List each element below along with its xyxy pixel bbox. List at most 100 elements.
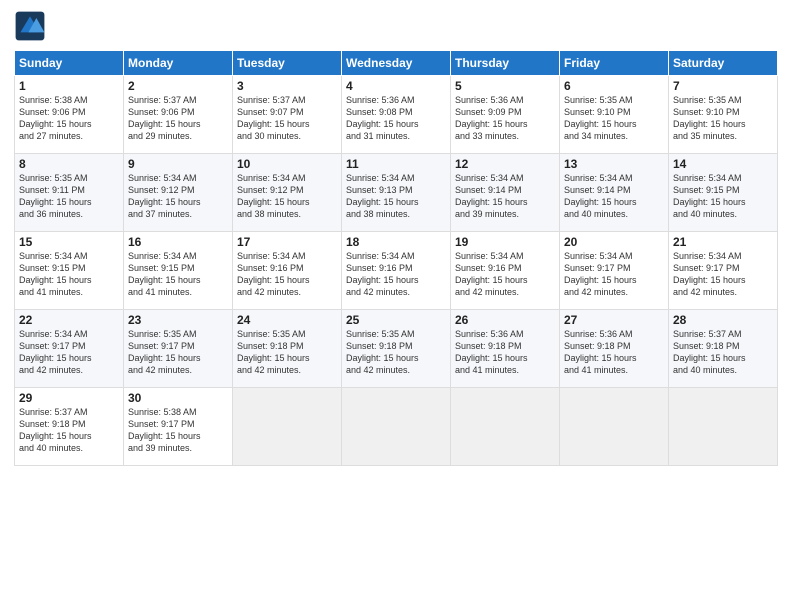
calendar-cell: 22Sunrise: 5:34 AM Sunset: 9:17 PM Dayli… [15,310,124,388]
cell-info: Sunrise: 5:38 AM Sunset: 9:06 PM Dayligh… [19,94,119,143]
day-number: 5 [455,79,555,93]
cell-info: Sunrise: 5:34 AM Sunset: 9:13 PM Dayligh… [346,172,446,221]
calendar-cell: 23Sunrise: 5:35 AM Sunset: 9:17 PM Dayli… [124,310,233,388]
day-number: 22 [19,313,119,327]
calendar-cell [669,388,778,466]
week-row-4: 22Sunrise: 5:34 AM Sunset: 9:17 PM Dayli… [15,310,778,388]
weekday-header-monday: Monday [124,51,233,76]
cell-info: Sunrise: 5:35 AM Sunset: 9:17 PM Dayligh… [128,328,228,377]
logo-icon [14,10,46,42]
day-number: 7 [673,79,773,93]
day-number: 23 [128,313,228,327]
cell-info: Sunrise: 5:34 AM Sunset: 9:15 PM Dayligh… [19,250,119,299]
calendar-cell: 17Sunrise: 5:34 AM Sunset: 9:16 PM Dayli… [233,232,342,310]
calendar-container: SundayMondayTuesdayWednesdayThursdayFrid… [0,0,792,476]
cell-info: Sunrise: 5:37 AM Sunset: 9:18 PM Dayligh… [19,406,119,455]
cell-info: Sunrise: 5:37 AM Sunset: 9:07 PM Dayligh… [237,94,337,143]
calendar-cell [560,388,669,466]
day-number: 13 [564,157,664,171]
header [14,10,778,42]
cell-info: Sunrise: 5:34 AM Sunset: 9:17 PM Dayligh… [19,328,119,377]
calendar-cell: 21Sunrise: 5:34 AM Sunset: 9:17 PM Dayli… [669,232,778,310]
day-number: 16 [128,235,228,249]
day-number: 6 [564,79,664,93]
day-number: 3 [237,79,337,93]
calendar-table: SundayMondayTuesdayWednesdayThursdayFrid… [14,50,778,466]
cell-info: Sunrise: 5:37 AM Sunset: 9:18 PM Dayligh… [673,328,773,377]
day-number: 25 [346,313,446,327]
calendar-cell: 3Sunrise: 5:37 AM Sunset: 9:07 PM Daylig… [233,76,342,154]
cell-info: Sunrise: 5:34 AM Sunset: 9:16 PM Dayligh… [237,250,337,299]
day-number: 26 [455,313,555,327]
logo [14,10,50,42]
week-row-3: 15Sunrise: 5:34 AM Sunset: 9:15 PM Dayli… [15,232,778,310]
calendar-cell: 11Sunrise: 5:34 AM Sunset: 9:13 PM Dayli… [342,154,451,232]
day-number: 1 [19,79,119,93]
day-number: 24 [237,313,337,327]
calendar-cell: 12Sunrise: 5:34 AM Sunset: 9:14 PM Dayli… [451,154,560,232]
calendar-cell [342,388,451,466]
day-number: 30 [128,391,228,405]
week-row-1: 1Sunrise: 5:38 AM Sunset: 9:06 PM Daylig… [15,76,778,154]
week-row-2: 8Sunrise: 5:35 AM Sunset: 9:11 PM Daylig… [15,154,778,232]
week-row-5: 29Sunrise: 5:37 AM Sunset: 9:18 PM Dayli… [15,388,778,466]
day-number: 17 [237,235,337,249]
calendar-cell: 29Sunrise: 5:37 AM Sunset: 9:18 PM Dayli… [15,388,124,466]
cell-info: Sunrise: 5:37 AM Sunset: 9:06 PM Dayligh… [128,94,228,143]
cell-info: Sunrise: 5:36 AM Sunset: 9:08 PM Dayligh… [346,94,446,143]
cell-info: Sunrise: 5:34 AM Sunset: 9:15 PM Dayligh… [673,172,773,221]
cell-info: Sunrise: 5:34 AM Sunset: 9:16 PM Dayligh… [346,250,446,299]
calendar-cell: 4Sunrise: 5:36 AM Sunset: 9:08 PM Daylig… [342,76,451,154]
cell-info: Sunrise: 5:35 AM Sunset: 9:10 PM Dayligh… [564,94,664,143]
cell-info: Sunrise: 5:34 AM Sunset: 9:16 PM Dayligh… [455,250,555,299]
day-number: 8 [19,157,119,171]
cell-info: Sunrise: 5:34 AM Sunset: 9:17 PM Dayligh… [564,250,664,299]
calendar-cell: 13Sunrise: 5:34 AM Sunset: 9:14 PM Dayli… [560,154,669,232]
cell-info: Sunrise: 5:35 AM Sunset: 9:11 PM Dayligh… [19,172,119,221]
calendar-cell: 30Sunrise: 5:38 AM Sunset: 9:17 PM Dayli… [124,388,233,466]
calendar-header: SundayMondayTuesdayWednesdayThursdayFrid… [15,51,778,76]
cell-info: Sunrise: 5:34 AM Sunset: 9:17 PM Dayligh… [673,250,773,299]
cell-info: Sunrise: 5:34 AM Sunset: 9:12 PM Dayligh… [128,172,228,221]
cell-info: Sunrise: 5:34 AM Sunset: 9:12 PM Dayligh… [237,172,337,221]
calendar-cell: 28Sunrise: 5:37 AM Sunset: 9:18 PM Dayli… [669,310,778,388]
cell-info: Sunrise: 5:38 AM Sunset: 9:17 PM Dayligh… [128,406,228,455]
calendar-body: 1Sunrise: 5:38 AM Sunset: 9:06 PM Daylig… [15,76,778,466]
day-number: 28 [673,313,773,327]
calendar-cell: 7Sunrise: 5:35 AM Sunset: 9:10 PM Daylig… [669,76,778,154]
cell-info: Sunrise: 5:35 AM Sunset: 9:18 PM Dayligh… [237,328,337,377]
calendar-cell: 14Sunrise: 5:34 AM Sunset: 9:15 PM Dayli… [669,154,778,232]
day-number: 27 [564,313,664,327]
weekday-header-thursday: Thursday [451,51,560,76]
cell-info: Sunrise: 5:36 AM Sunset: 9:18 PM Dayligh… [455,328,555,377]
calendar-cell: 19Sunrise: 5:34 AM Sunset: 9:16 PM Dayli… [451,232,560,310]
cell-info: Sunrise: 5:34 AM Sunset: 9:14 PM Dayligh… [455,172,555,221]
day-number: 29 [19,391,119,405]
calendar-cell: 26Sunrise: 5:36 AM Sunset: 9:18 PM Dayli… [451,310,560,388]
cell-info: Sunrise: 5:36 AM Sunset: 9:09 PM Dayligh… [455,94,555,143]
day-number: 18 [346,235,446,249]
day-number: 10 [237,157,337,171]
calendar-cell: 2Sunrise: 5:37 AM Sunset: 9:06 PM Daylig… [124,76,233,154]
cell-info: Sunrise: 5:36 AM Sunset: 9:18 PM Dayligh… [564,328,664,377]
calendar-cell: 10Sunrise: 5:34 AM Sunset: 9:12 PM Dayli… [233,154,342,232]
day-number: 9 [128,157,228,171]
calendar-cell: 5Sunrise: 5:36 AM Sunset: 9:09 PM Daylig… [451,76,560,154]
cell-info: Sunrise: 5:34 AM Sunset: 9:14 PM Dayligh… [564,172,664,221]
day-number: 19 [455,235,555,249]
calendar-cell: 25Sunrise: 5:35 AM Sunset: 9:18 PM Dayli… [342,310,451,388]
weekday-header-friday: Friday [560,51,669,76]
calendar-cell: 20Sunrise: 5:34 AM Sunset: 9:17 PM Dayli… [560,232,669,310]
calendar-cell [233,388,342,466]
cell-info: Sunrise: 5:34 AM Sunset: 9:15 PM Dayligh… [128,250,228,299]
day-number: 4 [346,79,446,93]
calendar-cell [451,388,560,466]
calendar-cell: 24Sunrise: 5:35 AM Sunset: 9:18 PM Dayli… [233,310,342,388]
day-number: 20 [564,235,664,249]
calendar-cell: 1Sunrise: 5:38 AM Sunset: 9:06 PM Daylig… [15,76,124,154]
cell-info: Sunrise: 5:35 AM Sunset: 9:18 PM Dayligh… [346,328,446,377]
day-number: 2 [128,79,228,93]
day-number: 11 [346,157,446,171]
weekday-header-wednesday: Wednesday [342,51,451,76]
weekday-header-saturday: Saturday [669,51,778,76]
